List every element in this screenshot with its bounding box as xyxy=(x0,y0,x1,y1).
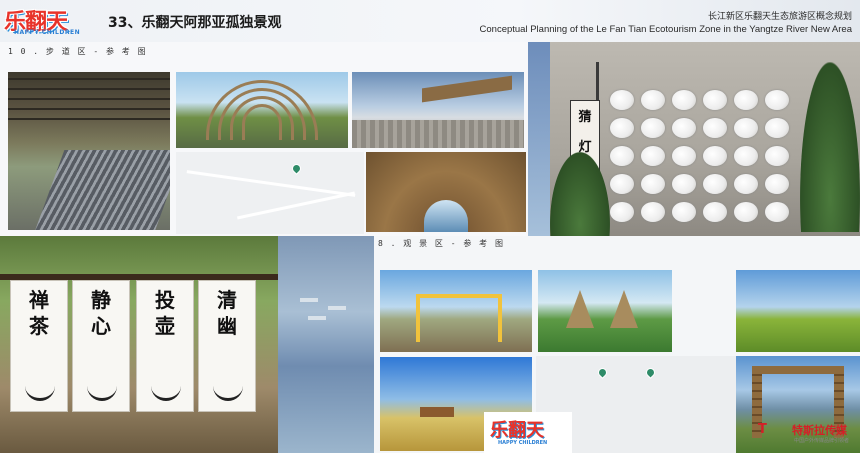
bamboo-arch-tunnel-photo xyxy=(176,72,348,148)
paper-lantern xyxy=(641,146,665,166)
paper-lantern xyxy=(672,146,696,166)
paper-lantern xyxy=(703,174,727,194)
sea-background-strip xyxy=(278,236,374,453)
zen-banner: 投壶 xyxy=(136,280,194,412)
paper-lantern xyxy=(703,146,727,166)
zen-banner: 禅茶 xyxy=(10,280,68,412)
woven-cone-sculpture-photo xyxy=(538,270,672,352)
walkway-section-label: 1 0 . 步 道 区 - 参 考 图 xyxy=(8,47,148,56)
paper-lantern xyxy=(672,90,696,110)
paper-lantern xyxy=(610,146,634,166)
paper-lantern xyxy=(734,118,758,138)
pergola-walkway-photo xyxy=(8,72,170,230)
banner-char: 茶 xyxy=(29,314,49,338)
logo-subtext: HAPPY CHILDREN xyxy=(14,29,81,36)
paper-lantern xyxy=(641,174,665,194)
project-title-en: Conceptual Planning of the Le Fan Tian E… xyxy=(479,24,852,35)
walkway-site-map[interactable] xyxy=(176,152,364,234)
paper-lantern xyxy=(765,174,789,194)
map-pin-icon[interactable] xyxy=(644,366,657,379)
yellow-frame-viewpoint-photo xyxy=(380,270,532,352)
watermark-name: 特斯拉传媒 xyxy=(792,424,847,437)
paper-lantern xyxy=(610,202,634,222)
bamboo-dome-photo xyxy=(366,152,526,232)
paper-lantern xyxy=(641,90,665,110)
paper-lantern xyxy=(734,90,758,110)
paper-lantern xyxy=(765,90,789,110)
sign-char: 猜 xyxy=(578,110,592,125)
banner-char: 投 xyxy=(155,288,175,312)
footer-logo-subtext: HAPPY CHILDREN xyxy=(498,440,548,446)
paper-lantern xyxy=(672,174,696,194)
paper-lantern xyxy=(672,202,696,222)
zen-banner: 清幽 xyxy=(198,280,256,412)
watermark-tagline: 中国户外传媒品牌引领者 xyxy=(794,438,850,444)
paper-lantern xyxy=(765,118,789,138)
banner-char: 壶 xyxy=(155,314,175,338)
lantern-riddle-photo: 猜 灯 谜 xyxy=(550,42,860,236)
banner-char: 禅 xyxy=(29,288,49,312)
brand-logo[interactable]: 乐翻天 HAPPY CHILDREN xyxy=(4,4,90,38)
paper-lantern xyxy=(610,90,634,110)
banner-char: 静 xyxy=(91,288,111,312)
footer-logo-text: 乐翻天 xyxy=(490,420,544,441)
banner-char: 心 xyxy=(91,314,111,338)
sea-background xyxy=(528,42,550,236)
zen-tea-banners-photo: 禅茶 静心 投壶 清幽 xyxy=(0,236,278,453)
paper-lantern xyxy=(734,174,758,194)
paper-lantern xyxy=(703,118,727,138)
paper-lantern xyxy=(641,118,665,138)
timber-shelter-deck-photo xyxy=(352,72,524,148)
paper-lantern xyxy=(672,118,696,138)
map-pin-icon[interactable] xyxy=(596,366,609,379)
project-title-cn: 长江新区乐翻天生态旅游区概念规划 xyxy=(707,12,852,22)
paper-lantern xyxy=(703,202,727,222)
paper-lantern xyxy=(641,202,665,222)
zen-banner: 静心 xyxy=(72,280,130,412)
paper-lantern xyxy=(734,202,758,222)
banner-char: 清 xyxy=(217,288,237,312)
paper-lantern xyxy=(610,118,634,138)
page-title: 33、乐翻天阿那亚孤独景观 xyxy=(108,15,282,31)
banner-char: 幽 xyxy=(217,314,237,338)
tesla-media-logo-icon: T xyxy=(758,422,767,437)
paper-lantern xyxy=(765,202,789,222)
map-pin-icon[interactable] xyxy=(290,162,303,175)
paper-lantern xyxy=(703,90,727,110)
lantern-grid xyxy=(610,90,800,236)
viewing-section-label: 8 . 观 景 区 - 参 考 图 xyxy=(378,239,505,248)
header: 乐翻天 HAPPY CHILDREN 33、乐翻天阿那亚孤独景观 长江新区乐翻天… xyxy=(0,0,860,42)
paper-lantern xyxy=(610,174,634,194)
paper-lantern xyxy=(765,146,789,166)
paper-lantern xyxy=(734,146,758,166)
footer-brand-logo[interactable]: 乐翻天 HAPPY CHILDREN xyxy=(484,412,572,453)
field-pavilion-photo xyxy=(736,270,860,352)
